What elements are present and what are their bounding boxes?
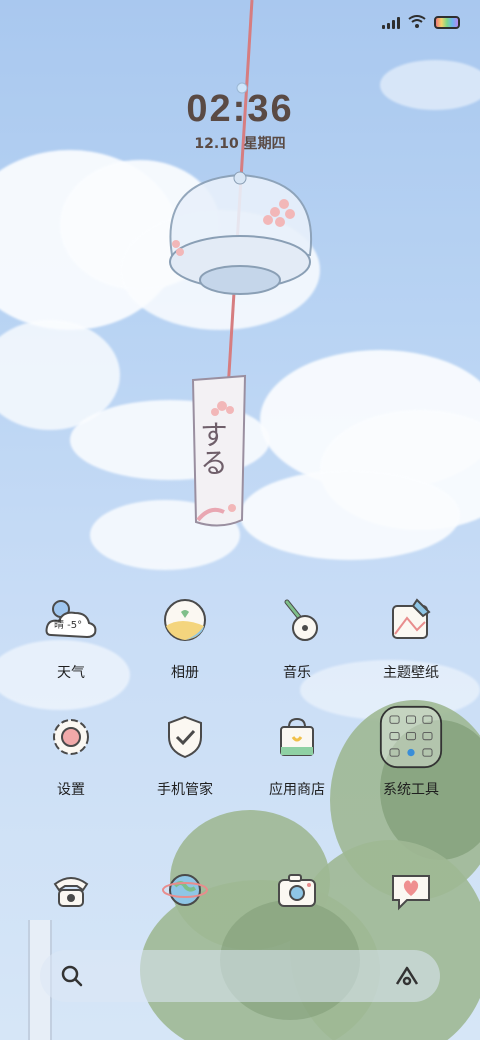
security-shield-icon — [153, 705, 217, 769]
system-tools-folder-icon — [379, 705, 443, 769]
app-label: 音乐 — [283, 665, 311, 681]
search-bar[interactable] — [40, 950, 440, 1002]
signal-bars-icon — [382, 16, 400, 29]
app-label: 主题壁纸 — [383, 665, 439, 681]
app-store-bag-icon — [265, 705, 329, 769]
status-bar — [382, 12, 460, 32]
assistant-icon[interactable] — [394, 964, 420, 988]
search-icon[interactable] — [60, 964, 84, 988]
app-label: 手机管家 — [157, 782, 213, 798]
lock-clock-widget[interactable]: 02:36 12.10 星期四 — [0, 88, 480, 153]
app-label: 设置 — [57, 782, 85, 798]
app-store[interactable]: 应用商店 — [242, 705, 352, 799]
dock-phone[interactable] — [16, 858, 126, 922]
app-label: 系统工具 — [383, 782, 439, 798]
app-gallery[interactable]: 相册 — [130, 588, 240, 682]
camera-icon — [265, 858, 329, 922]
app-security[interactable]: 手机管家 — [130, 705, 240, 799]
app-themes[interactable]: 主题壁纸 — [356, 588, 466, 682]
phone-icon — [39, 858, 103, 922]
guitar-music-icon — [265, 588, 329, 652]
browser-globe-icon — [153, 858, 217, 922]
app-settings[interactable]: 设置 — [16, 705, 126, 799]
gallery-icon — [153, 588, 217, 652]
clock-time: 02:36 — [186, 88, 294, 130]
app-label: 天气 — [57, 665, 85, 681]
settings-gear-icon — [39, 705, 103, 769]
dock-camera[interactable] — [242, 858, 352, 922]
dock-browser[interactable] — [130, 858, 240, 922]
messages-heart-icon — [379, 858, 443, 922]
app-label: 相册 — [171, 665, 199, 681]
wifi-icon — [408, 15, 426, 28]
app-weather[interactable]: 晴 -5° 天气 — [16, 588, 126, 682]
app-system-tools-folder[interactable]: 系统工具 — [356, 705, 466, 799]
clock-date: 12.10 星期四 — [194, 136, 286, 152]
app-label: 应用商店 — [269, 782, 325, 798]
rainbow-battery-icon — [434, 15, 460, 29]
themes-wallpaper-icon — [379, 588, 443, 652]
weather-badge: 晴 -5° — [54, 620, 83, 631]
dock-messages[interactable] — [356, 858, 466, 922]
app-music[interactable]: 音乐 — [242, 588, 352, 682]
chime-text: する — [196, 420, 229, 476]
